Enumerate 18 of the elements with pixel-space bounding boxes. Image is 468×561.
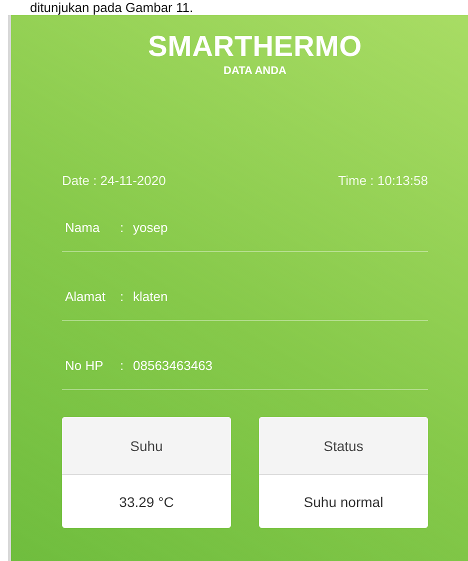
field-separator: : <box>120 288 125 304</box>
app-subtitle: DATA ANDA <box>224 64 286 78</box>
field-separator: : <box>120 220 125 234</box>
app-title: SMARTHERMO <box>148 30 362 64</box>
card-value: 33.29 °C <box>118 492 175 512</box>
field-separator: : <box>120 358 125 372</box>
field-value: klaten <box>133 288 168 304</box>
field-value: 08563463463 <box>133 358 213 372</box>
date-text: Date : 24-11-2020 <box>62 173 166 189</box>
document-caption: ditunjukan pada Gambar 11. <box>30 0 194 15</box>
card-value: Suhu normal <box>302 492 384 512</box>
field-label: Nama <box>65 220 101 234</box>
field-label: Alamat <box>65 288 106 304</box>
field-value: yosep <box>133 220 168 234</box>
card-header: Status <box>259 417 428 475</box>
card-header: Suhu <box>62 417 231 475</box>
time-text: Time : 10:13:58 <box>338 173 428 189</box>
field-label: No HP <box>65 358 104 372</box>
